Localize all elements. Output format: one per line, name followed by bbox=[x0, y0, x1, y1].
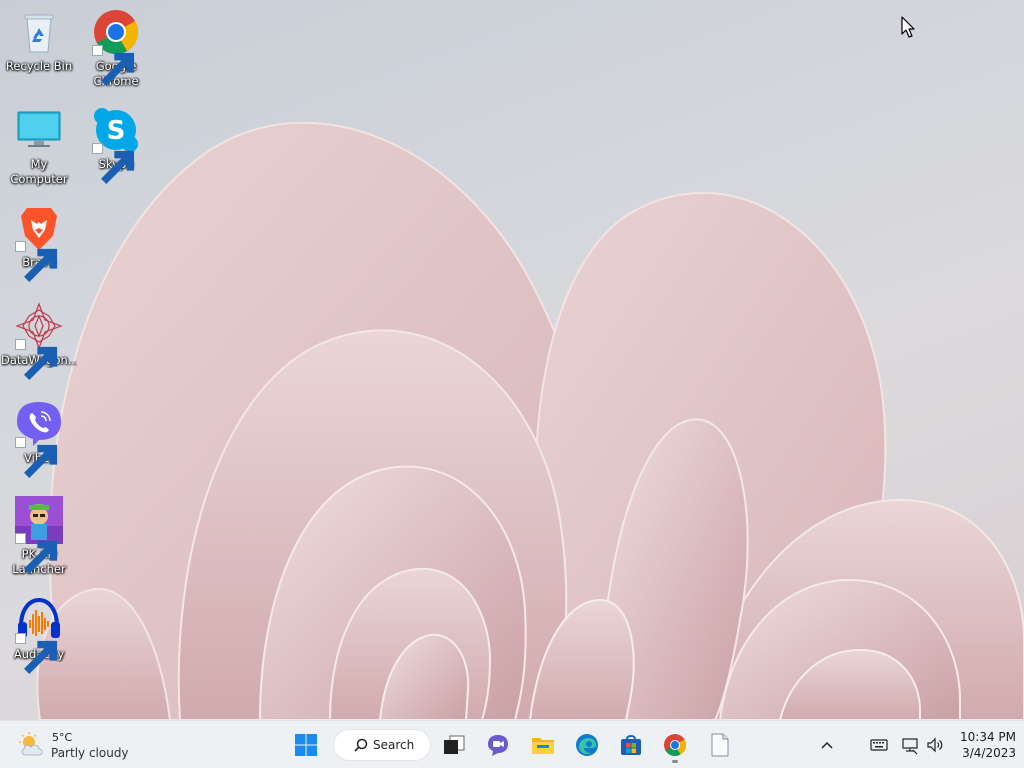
shortcut-arrow-icon bbox=[92, 45, 135, 86]
taskbar-search-box[interactable]: Search bbox=[334, 730, 430, 760]
search-label: Search bbox=[373, 738, 415, 752]
shortcut-arrow-icon bbox=[15, 437, 58, 478]
desktop-icon-viber[interactable]: Viber bbox=[1, 400, 77, 478]
volume-button[interactable] bbox=[925, 735, 945, 755]
weather-widget[interactable]: 5°C Partly cloudy bbox=[14, 727, 144, 763]
shortcut-arrow-icon bbox=[15, 339, 58, 380]
microsoft-store-button[interactable] bbox=[615, 729, 647, 761]
chrome-icon bbox=[664, 734, 686, 756]
windows-logo-icon bbox=[295, 734, 317, 756]
edge-icon bbox=[576, 734, 598, 756]
file-explorer-button[interactable] bbox=[527, 729, 559, 761]
notepad-button[interactable] bbox=[704, 729, 736, 761]
recycle-bin-icon bbox=[24, 14, 54, 53]
task-view-button[interactable] bbox=[438, 729, 470, 761]
shortcut-arrow-icon bbox=[92, 143, 135, 184]
network-icon bbox=[902, 738, 918, 755]
network-button[interactable] bbox=[900, 735, 920, 755]
desktop-icon-label: Recycle Bin bbox=[5, 59, 73, 73]
desktop-icon-brave[interactable]: Brave bbox=[1, 204, 77, 282]
search-icon bbox=[354, 738, 368, 752]
weather-temperature: 5°C bbox=[52, 731, 73, 744]
clock-time: 10:34 PM bbox=[960, 730, 1016, 744]
desktop-icon-google-chrome[interactable]: Google Chrome bbox=[78, 8, 154, 89]
shortcut-arrow-icon bbox=[15, 241, 58, 282]
chrome-taskbar-button[interactable] bbox=[659, 729, 691, 763]
shortcut-arrow-icon bbox=[15, 633, 58, 674]
taskbar: 5°C Partly cloudy Search 10:34 PM 3/4/20… bbox=[0, 720, 1024, 768]
chat-button[interactable] bbox=[482, 729, 514, 761]
teams-chat-icon bbox=[488, 735, 508, 756]
edge-button[interactable] bbox=[571, 729, 603, 761]
chevron-up-icon bbox=[821, 741, 833, 749]
weather-condition: Partly cloudy bbox=[51, 746, 129, 760]
folder-icon bbox=[532, 738, 554, 754]
start-button[interactable] bbox=[290, 729, 322, 761]
desktop[interactable]: Recycle Bin Google Chrome My Computer S … bbox=[0, 0, 1024, 720]
desktop-icon-pk-xd-launcher[interactable]: PK XD Launcher bbox=[1, 496, 77, 577]
running-indicator bbox=[672, 760, 678, 763]
document-icon bbox=[711, 733, 729, 757]
svg-text:S: S bbox=[107, 116, 126, 146]
speaker-icon bbox=[927, 737, 943, 753]
desktop-icon-datawagon[interactable]: DataWagon... bbox=[1, 302, 77, 380]
monitor-icon bbox=[17, 111, 61, 147]
touch-keyboard-button[interactable] bbox=[869, 735, 889, 755]
shortcut-arrow-icon bbox=[15, 533, 58, 574]
desktop-icon-my-computer[interactable]: My Computer bbox=[1, 106, 77, 187]
desktop-icon-recycle-bin[interactable]: Recycle Bin bbox=[1, 8, 77, 74]
task-view-icon bbox=[444, 735, 465, 754]
desktop-icon-skype[interactable]: S Skype bbox=[78, 106, 154, 184]
mouse-pointer-icon bbox=[901, 16, 915, 38]
desktop-icon-audacity[interactable]: Audacity bbox=[1, 596, 77, 674]
taskbar-clock[interactable]: 10:34 PM 3/4/2023 bbox=[952, 729, 1016, 761]
partly-cloudy-icon bbox=[19, 732, 43, 756]
store-icon bbox=[621, 735, 641, 755]
show-hidden-icons-button[interactable] bbox=[817, 735, 837, 755]
clock-date: 3/4/2023 bbox=[962, 746, 1016, 760]
desktop-icon-label: My Computer bbox=[10, 157, 68, 186]
keyboard-icon bbox=[870, 739, 888, 751]
